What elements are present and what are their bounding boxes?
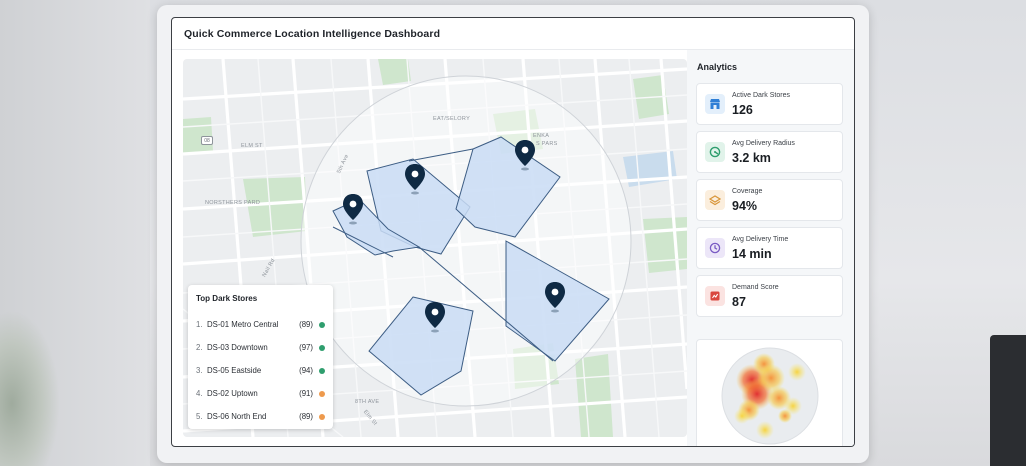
card-value: 3.2 km <box>732 151 771 165</box>
background-plant <box>0 310 60 466</box>
store-icon <box>705 94 725 114</box>
radius-icon <box>705 142 725 162</box>
card-value: 87 <box>732 295 746 309</box>
card-label: Coverage <box>732 188 763 195</box>
store-score: (97) <box>299 343 313 352</box>
store-name: DS-06 North End <box>207 412 267 421</box>
demand-icon <box>705 286 725 306</box>
store-rank: 2. <box>196 343 203 352</box>
store-name: DS-05 Eastside <box>207 366 262 375</box>
store-name: DS-01 Metro Central <box>207 320 279 329</box>
card-label: Avg Delivery Time <box>732 236 789 243</box>
map-view[interactable]: 08 EAT/SELORY ENKA S PARS ELM ST NORSTHE… <box>183 59 687 437</box>
analytics-title: Analytics <box>697 62 738 72</box>
store-list-item[interactable]: 1. DS-01 Metro Central (89) <box>196 313 325 336</box>
street-label: 8th AVE <box>355 399 380 405</box>
store-rank: 5. <box>196 412 203 421</box>
heatmap-canvas <box>721 347 819 445</box>
page-title: Quick Commerce Location Intelligence Das… <box>184 28 441 40</box>
dashboard-window: Quick Commerce Location Intelligence Das… <box>171 17 855 447</box>
status-dot <box>319 367 325 374</box>
store-score: (89) <box>299 320 313 329</box>
active-dark-stores-card[interactable]: Active Dark Stores 126 <box>696 83 843 125</box>
store-rank: 1. <box>196 320 203 329</box>
demand-score-card[interactable]: Demand Score 87 <box>696 275 843 317</box>
background-object <box>990 335 1026 466</box>
street-label: ELM ST <box>241 143 263 149</box>
store-list-item[interactable]: 4. DS-02 Uptown (91) <box>196 382 325 405</box>
store-score: (94) <box>299 366 313 375</box>
avg-delivery-radius-card[interactable]: Avg Delivery Radius 3.2 km <box>696 131 843 173</box>
store-rank: 4. <box>196 389 203 398</box>
status-dot <box>319 344 325 351</box>
street-label: ENKA <box>533 133 550 139</box>
status-dot <box>319 413 325 420</box>
store-list-item[interactable]: 3. DS-05 Eastside (94) <box>196 359 325 382</box>
store-score: (91) <box>299 389 313 398</box>
store-name: DS-03 Downtown <box>207 343 268 352</box>
analytics-panel: Analytics Active Dark Stores 126 Avg Del… <box>687 50 854 446</box>
card-label: Active Dark Stores <box>732 92 790 99</box>
road-badge: 08 <box>201 136 213 145</box>
card-value: 94% <box>732 199 758 213</box>
demand-heatmap[interactable] <box>696 339 843 446</box>
store-list-item[interactable]: 5. DS-06 North End (89) <box>196 405 325 428</box>
clock-icon <box>705 238 725 258</box>
card-value: 126 <box>732 103 753 117</box>
store-name: DS-02 Uptown <box>207 389 258 398</box>
street-label: EAT/SELORY <box>433 116 471 122</box>
top-dark-stores-title: Top Dark Stores <box>196 294 258 303</box>
card-value: 14 min <box>732 247 772 261</box>
card-label: Avg Delivery Radius <box>732 140 795 147</box>
card-label: Demand Score <box>732 284 779 291</box>
coverage-icon <box>705 190 725 210</box>
store-score: (89) <box>299 412 313 421</box>
store-list-item[interactable]: 2. DS-03 Downtown (97) <box>196 336 325 359</box>
status-dot <box>319 390 325 397</box>
street-label: NORSTHERS PARD <box>205 200 261 206</box>
top-dark-stores-panel: Top Dark Stores 1. DS-01 Metro Central (… <box>188 285 333 429</box>
avg-delivery-time-card[interactable]: Avg Delivery Time 14 min <box>696 227 843 269</box>
store-rank: 3. <box>196 366 203 375</box>
status-dot <box>319 321 325 328</box>
coverage-card[interactable]: Coverage 94% <box>696 179 843 221</box>
street-label: S PARS <box>536 141 558 147</box>
